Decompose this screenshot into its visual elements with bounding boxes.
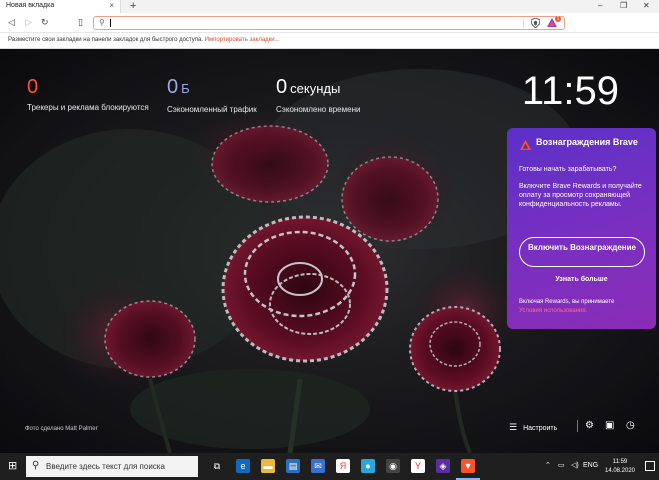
windows-start-icon[interactable]: ⊞	[8, 461, 17, 472]
edge-icon[interactable]: e	[236, 459, 250, 473]
taskbar-date: 14.08.2020	[604, 468, 636, 474]
customize-label: Настроить	[523, 425, 558, 432]
store-icon[interactable]: ▤	[286, 459, 300, 473]
bookmarks-icon[interactable]: ▣	[605, 421, 614, 431]
bandwidth-label: Сэкономленный трафик	[167, 105, 257, 114]
toolbar: ◁ ▷ ↻ ▯ ⚲ 1	[0, 13, 659, 33]
address-divider	[523, 19, 524, 28]
history-icon[interactable]: ◷	[626, 421, 635, 431]
tab-close-icon[interactable]: ×	[109, 1, 114, 10]
task-view-icon[interactable]: ⧉	[210, 459, 224, 473]
tab-title: Новая вкладка	[6, 2, 55, 9]
close-window-icon[interactable]: ✕	[643, 1, 650, 10]
reload-icon[interactable]: ↻	[41, 17, 49, 27]
bookmark-icon[interactable]: ▯	[78, 17, 83, 27]
trackers-count: 0	[27, 76, 39, 98]
rewards-footer-text: Включая Rewards, вы принимаете	[519, 299, 615, 305]
yandex-icon[interactable]: Я	[336, 459, 350, 473]
bookmarks-bar: Разместите свои закладки на панели закла…	[0, 33, 659, 49]
network-icon[interactable]: ▭	[558, 462, 565, 470]
rewards-card: Вознаграждения Brave Готовы начать зараб…	[507, 128, 656, 329]
volume-icon[interactable]: ◁)	[571, 462, 579, 470]
import-bookmarks-link[interactable]: Импортировать закладки...	[205, 37, 280, 43]
mail-icon[interactable]: ✉	[311, 459, 325, 473]
ntp-divider	[577, 420, 578, 432]
taskbar-search-placeholder: Введите здесь текст для поиска	[46, 462, 165, 471]
customize-button[interactable]: ☰ Настроить	[509, 422, 557, 433]
text-caret	[110, 19, 111, 27]
bandwidth-value: 0	[167, 76, 179, 98]
brave-shield-icon[interactable]	[531, 18, 540, 28]
tray-chevron-icon[interactable]: ⌃	[545, 462, 551, 470]
new-tab-button[interactable]: +	[130, 0, 136, 12]
rewards-description: Включите Brave Rewards и получайте оплат…	[519, 183, 642, 208]
brave-browser-icon[interactable]: ▼	[461, 459, 475, 473]
time-unit: секунды	[290, 81, 341, 96]
new-tab-page: 0 Трекеры и реклама блокируются 0Б Сэкон…	[0, 49, 659, 453]
rewards-badge: 1	[555, 16, 561, 22]
trackers-label: Трекеры и реклама блокируются	[27, 103, 149, 112]
app-icon-2[interactable]: ◉	[386, 459, 400, 473]
back-icon[interactable]: ◁	[8, 17, 15, 27]
clock: 11:59	[521, 69, 619, 113]
time-label: Сэкономлено времени	[276, 105, 361, 114]
sliders-icon: ☰	[509, 422, 518, 432]
forward-icon[interactable]: ▷	[25, 17, 32, 27]
taskbar-time: 11:59	[612, 459, 628, 465]
app-icon-3[interactable]: ◈	[436, 459, 450, 473]
bookmarks-message: Разместите свои закладки на панели закла…	[8, 37, 280, 43]
time-stat: 0 секунды Сэкономлено времени	[276, 76, 360, 114]
maximize-icon[interactable]: ❐	[620, 1, 627, 10]
bandwidth-unit: Б	[181, 81, 190, 96]
photo-credit[interactable]: Фото сделано Matt Palmer	[25, 426, 98, 432]
tab-strip: Новая вкладка × + – ❐ ✕	[0, 0, 659, 13]
terms-link[interactable]: Условия использования.	[519, 308, 587, 314]
settings-gear-icon[interactable]: ⚙	[585, 421, 594, 431]
search-icon: ⚲	[32, 460, 40, 471]
windows-taskbar: ⊞ ⚲ Введите здесь текст для поиска ⧉ e ▬…	[0, 453, 659, 480]
address-bar[interactable]: ⚲ 1	[93, 16, 565, 30]
enable-rewards-button[interactable]: Включить Вознаграждение	[519, 237, 645, 267]
taskbar-search[interactable]: ⚲ Введите здесь текст для поиска	[26, 456, 198, 477]
app-icon[interactable]: ●	[361, 459, 375, 473]
file-explorer-icon[interactable]: ▬	[261, 459, 275, 473]
rewards-question: Готовы начать зарабатывать?	[519, 166, 617, 173]
learn-more-link[interactable]: Узнать больше	[507, 276, 656, 283]
search-icon: ⚲	[99, 18, 105, 27]
yandex-browser-icon[interactable]: Y	[411, 459, 425, 473]
rewards-footer: Включая Rewards, вы принимаете Условия и…	[519, 298, 649, 316]
trackers-stat: 0 Трекеры и реклама блокируются	[27, 76, 149, 112]
bandwidth-stat: 0Б Сэкономленный трафик	[167, 76, 257, 114]
minimize-icon[interactable]: –	[598, 1, 602, 10]
bat-logo-icon	[520, 140, 531, 150]
notification-icon[interactable]	[645, 461, 655, 471]
taskbar-clock[interactable]: 11:59 14.08.2020	[600, 458, 640, 476]
bookmarks-hint: Разместите свои закладки на панели закла…	[8, 37, 203, 43]
time-value: 0	[276, 76, 288, 98]
tab-new-tab[interactable]: Новая вкладка ×	[0, 0, 121, 13]
rewards-title: Вознаграждения Brave	[536, 137, 638, 147]
language-indicator[interactable]: ENG	[583, 462, 598, 470]
